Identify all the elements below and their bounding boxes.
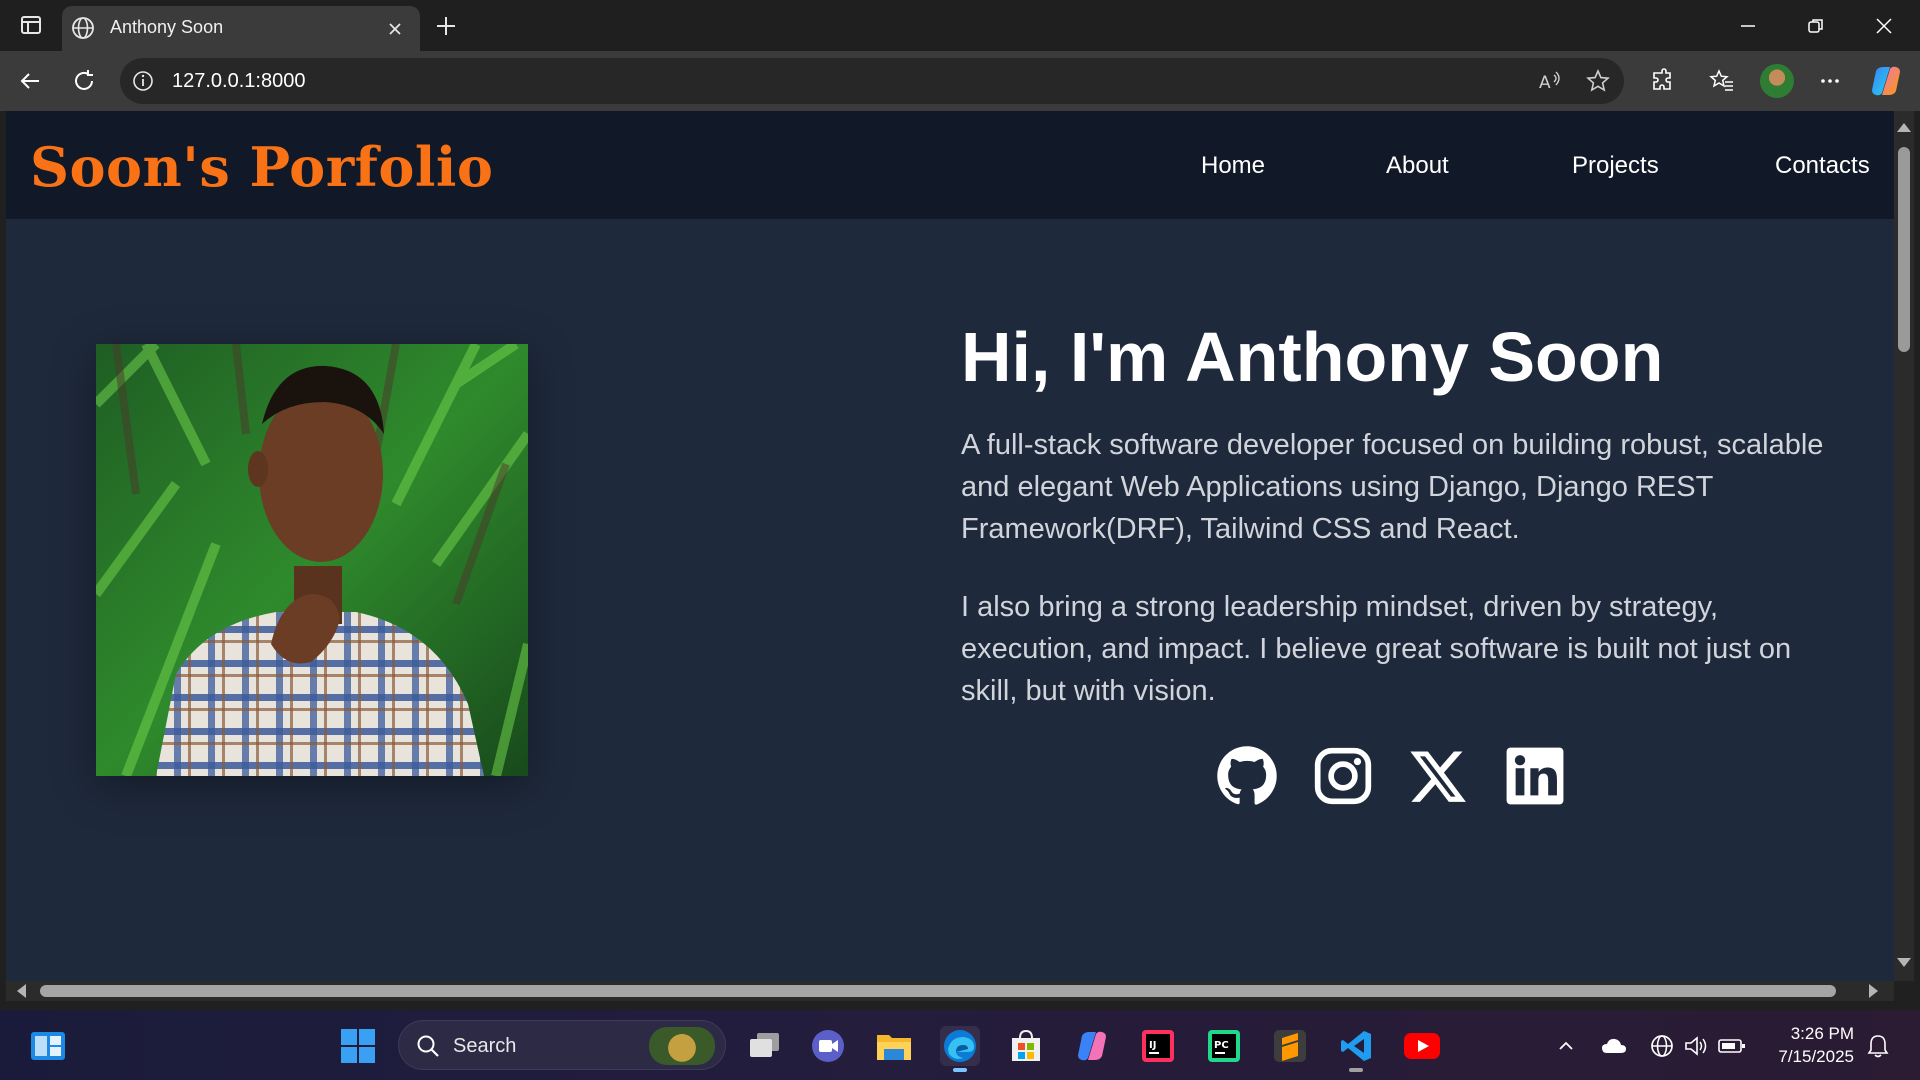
site-info-icon[interactable] bbox=[130, 68, 156, 94]
profile-photo bbox=[96, 344, 528, 776]
read-aloud-icon[interactable]: A bbox=[1536, 67, 1564, 95]
search-label: Search bbox=[453, 1035, 517, 1057]
close-tab-icon[interactable] bbox=[382, 16, 408, 42]
linkedin-icon[interactable] bbox=[1504, 745, 1566, 807]
taskbar-clock[interactable]: 3:26 PM 7/15/2025 bbox=[1760, 1022, 1854, 1068]
svg-text:PC: PC bbox=[1214, 1040, 1229, 1051]
svg-text:A: A bbox=[1539, 73, 1551, 93]
more-options-icon[interactable] bbox=[1812, 63, 1848, 99]
globe-icon bbox=[70, 15, 96, 41]
nav-about-link[interactable]: About bbox=[1386, 152, 1449, 180]
new-tab-icon[interactable] bbox=[430, 10, 462, 42]
battery-icon[interactable] bbox=[1712, 1026, 1752, 1066]
vertical-scroll-thumb[interactable] bbox=[1898, 147, 1910, 352]
nav-projects-link[interactable]: Projects bbox=[1572, 152, 1659, 180]
scroll-left-arrow-icon[interactable] bbox=[17, 984, 26, 998]
x-icon[interactable] bbox=[1408, 745, 1470, 807]
profile-avatar[interactable] bbox=[1760, 64, 1794, 98]
widgets-icon[interactable] bbox=[28, 1026, 68, 1066]
site-brand[interactable]: Soon's Porfolio bbox=[30, 135, 493, 199]
site-navbar: Soon's Porfolio Home About Projects Cont… bbox=[6, 111, 1894, 219]
search-icon bbox=[415, 1033, 441, 1064]
running-app-indicator bbox=[1349, 1068, 1363, 1072]
scroll-up-arrow-icon[interactable] bbox=[1897, 123, 1911, 132]
volume-icon[interactable] bbox=[1676, 1026, 1716, 1066]
github-icon[interactable] bbox=[1216, 745, 1278, 807]
favorites-icon[interactable] bbox=[1704, 63, 1740, 99]
search-highlight-image bbox=[649, 1027, 715, 1065]
refresh-icon[interactable] bbox=[66, 63, 102, 99]
intellij-idea-icon[interactable]: IJ bbox=[1138, 1026, 1178, 1066]
show-hidden-icons-chevron-icon[interactable] bbox=[1546, 1026, 1586, 1066]
address-bar[interactable]: 127.0.0.1:8000 A bbox=[120, 58, 1624, 104]
start-windows-icon[interactable] bbox=[338, 1026, 378, 1066]
hero-intro-paragraph: A full-stack software developer focused … bbox=[961, 429, 1824, 545]
taskbar: Search IJ PC 3:26 PM 7/15/2025 bbox=[0, 1010, 1920, 1080]
tab-title: Anthony Soon bbox=[110, 17, 224, 37]
favorite-star-icon[interactable] bbox=[1584, 67, 1612, 95]
horizontal-scroll-thumb[interactable] bbox=[40, 985, 1836, 997]
copilot-app-icon[interactable] bbox=[1072, 1026, 1112, 1066]
back-icon[interactable] bbox=[12, 63, 48, 99]
scroll-right-arrow-icon[interactable] bbox=[1869, 984, 1878, 998]
file-explorer-icon[interactable] bbox=[874, 1026, 914, 1066]
hero-title: Hi, I'm Anthony Soon bbox=[961, 318, 1664, 396]
browser-tab-strip: Anthony Soon bbox=[0, 0, 1920, 51]
browser-tab-active[interactable]: Anthony Soon bbox=[62, 6, 420, 51]
taskbar-search-box[interactable]: Search bbox=[398, 1020, 726, 1070]
url-text: 127.0.0.1:8000 bbox=[172, 70, 306, 92]
instagram-icon[interactable] bbox=[1312, 745, 1374, 807]
close-window-icon[interactable] bbox=[1850, 0, 1918, 51]
notifications-bell-icon[interactable] bbox=[1858, 1026, 1898, 1066]
youtube-icon[interactable] bbox=[1402, 1026, 1442, 1066]
social-links bbox=[1216, 745, 1566, 807]
clock-date: 7/15/2025 bbox=[1778, 1047, 1854, 1066]
onedrive-icon[interactable] bbox=[1594, 1026, 1634, 1066]
edge-browser-icon[interactable] bbox=[940, 1026, 980, 1066]
copilot-icon[interactable] bbox=[1868, 63, 1904, 99]
microsoft-store-icon[interactable] bbox=[1006, 1026, 1046, 1066]
hero-leadership-paragraph: I also bring a strong leadership mindset… bbox=[961, 591, 1792, 707]
minimize-icon[interactable] bbox=[1714, 0, 1782, 51]
page-viewport: Soon's Porfolio Home About Projects Cont… bbox=[6, 111, 1894, 981]
clock-time: 3:26 PM bbox=[1790, 1024, 1854, 1043]
browser-toolbar: 127.0.0.1:8000 A bbox=[0, 51, 1920, 111]
teams-chat-icon[interactable] bbox=[808, 1026, 848, 1066]
sublime-text-icon[interactable] bbox=[1270, 1026, 1310, 1066]
nav-home-link[interactable]: Home bbox=[1201, 152, 1265, 180]
tab-actions-icon[interactable] bbox=[14, 11, 48, 39]
task-view-icon[interactable] bbox=[744, 1026, 784, 1066]
restore-icon[interactable] bbox=[1782, 0, 1850, 51]
nav-contacts-link[interactable]: Contacts bbox=[1775, 152, 1870, 180]
vscode-icon[interactable] bbox=[1336, 1026, 1376, 1066]
scroll-down-arrow-icon[interactable] bbox=[1897, 958, 1911, 967]
pycharm-icon[interactable]: PC bbox=[1204, 1026, 1244, 1066]
extensions-icon[interactable] bbox=[1644, 63, 1680, 99]
active-app-indicator bbox=[953, 1068, 967, 1072]
svg-text:IJ: IJ bbox=[1149, 1040, 1156, 1051]
